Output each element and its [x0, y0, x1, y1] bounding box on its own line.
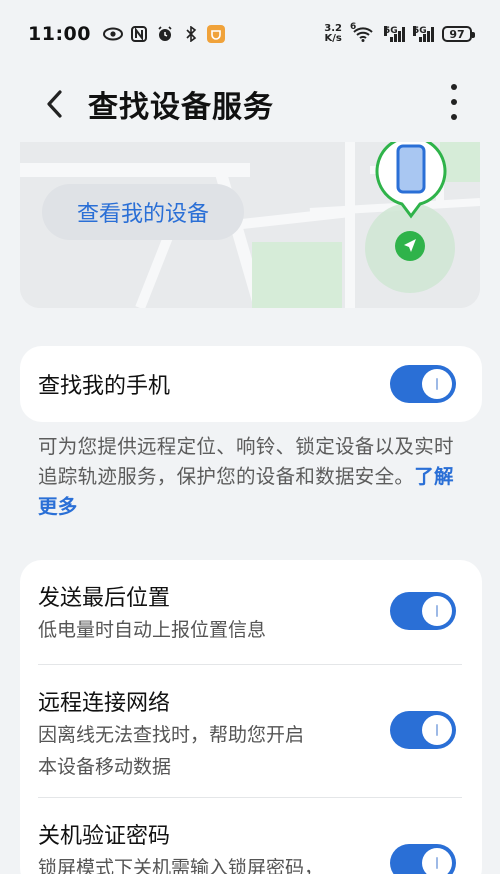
find-my-phone-card: 查找我的手机 [20, 346, 482, 422]
bluetooth-icon [181, 24, 201, 44]
signal-icon-sim2: 5G [413, 26, 434, 42]
status-right: 3.2 K/s 6 5G 5G 97 [324, 22, 475, 44]
eye-icon [102, 24, 123, 44]
battery-icon: 97 [442, 26, 475, 42]
remote-network-title: 远程连接网络 [38, 691, 171, 716]
remote-network-row[interactable]: 远程连接网络 因离线无法查找时，帮助您开启 本设备移动数据 [20, 665, 482, 797]
send-last-location-title: 发送最后位置 [38, 586, 171, 611]
navigation-arrow-icon [395, 231, 425, 261]
intro-description: 可为您提供远程定位、响铃、锁定设备以及实时追踪轨迹服务，保护您的设备和数据安全。… [38, 432, 468, 522]
send-last-location-desc: 低电量时自动上报位置信息 [38, 619, 267, 641]
shutdown-password-desc: 锁屏模式下关机需输入锁屏密码， [38, 857, 324, 874]
back-icon[interactable] [40, 88, 72, 120]
signal2-label: 5G [413, 26, 427, 36]
settings-list-card: 发送最后位置 低电量时自动上报位置信息 远程连接网络 因离线无法查找时，帮助您开… [20, 560, 482, 874]
network-speed-unit: K/s [324, 33, 342, 44]
find-my-phone-toggle[interactable] [390, 365, 456, 403]
send-last-location-row[interactable]: 发送最后位置 低电量时自动上报位置信息 [20, 560, 482, 664]
status-left: 11:00 [28, 23, 225, 45]
device-map[interactable]: 查看我的设备 [20, 142, 480, 308]
app-notification-icon [206, 25, 225, 43]
device-pin-icon [375, 142, 447, 219]
status-bar: 11:00 3.2 K/s 6 5G 5G 97 [0, 0, 500, 68]
shutdown-password-row[interactable]: 关机验证密码 锁屏模式下关机需输入锁屏密码， [20, 798, 482, 874]
remote-network-desc-line2: 本设备移动数据 [38, 756, 172, 778]
shutdown-password-title: 关机验证密码 [38, 824, 171, 849]
nfc-icon [129, 24, 149, 44]
more-options-icon[interactable] [442, 82, 466, 122]
remote-network-desc-line1: 因离线无法查找时，帮助您开启 [38, 724, 305, 746]
signal-icon-sim1: 5G [384, 26, 405, 42]
battery-level: 97 [449, 27, 465, 41]
send-last-location-toggle[interactable] [390, 592, 456, 630]
intro-text: 可为您提供远程定位、响铃、锁定设备以及实时追踪轨迹服务，保护您的设备和数据安全。 [38, 435, 454, 488]
view-my-device-button[interactable]: 查看我的设备 [42, 184, 244, 240]
shutdown-password-toggle[interactable] [390, 844, 456, 874]
wifi-icon: 6 [350, 22, 376, 44]
remote-network-toggle[interactable] [390, 711, 456, 749]
find-my-phone-title: 查找我的手机 [38, 374, 171, 399]
signal1-label: 5G [384, 26, 398, 36]
alarm-icon [155, 24, 175, 44]
title-bar: 查找设备服务 [0, 68, 500, 142]
network-speed: 3.2 K/s [324, 24, 342, 44]
status-time: 11:00 [28, 23, 91, 45]
page-title: 查找设备服务 [88, 90, 274, 125]
wifi-label: 6 [350, 22, 357, 32]
